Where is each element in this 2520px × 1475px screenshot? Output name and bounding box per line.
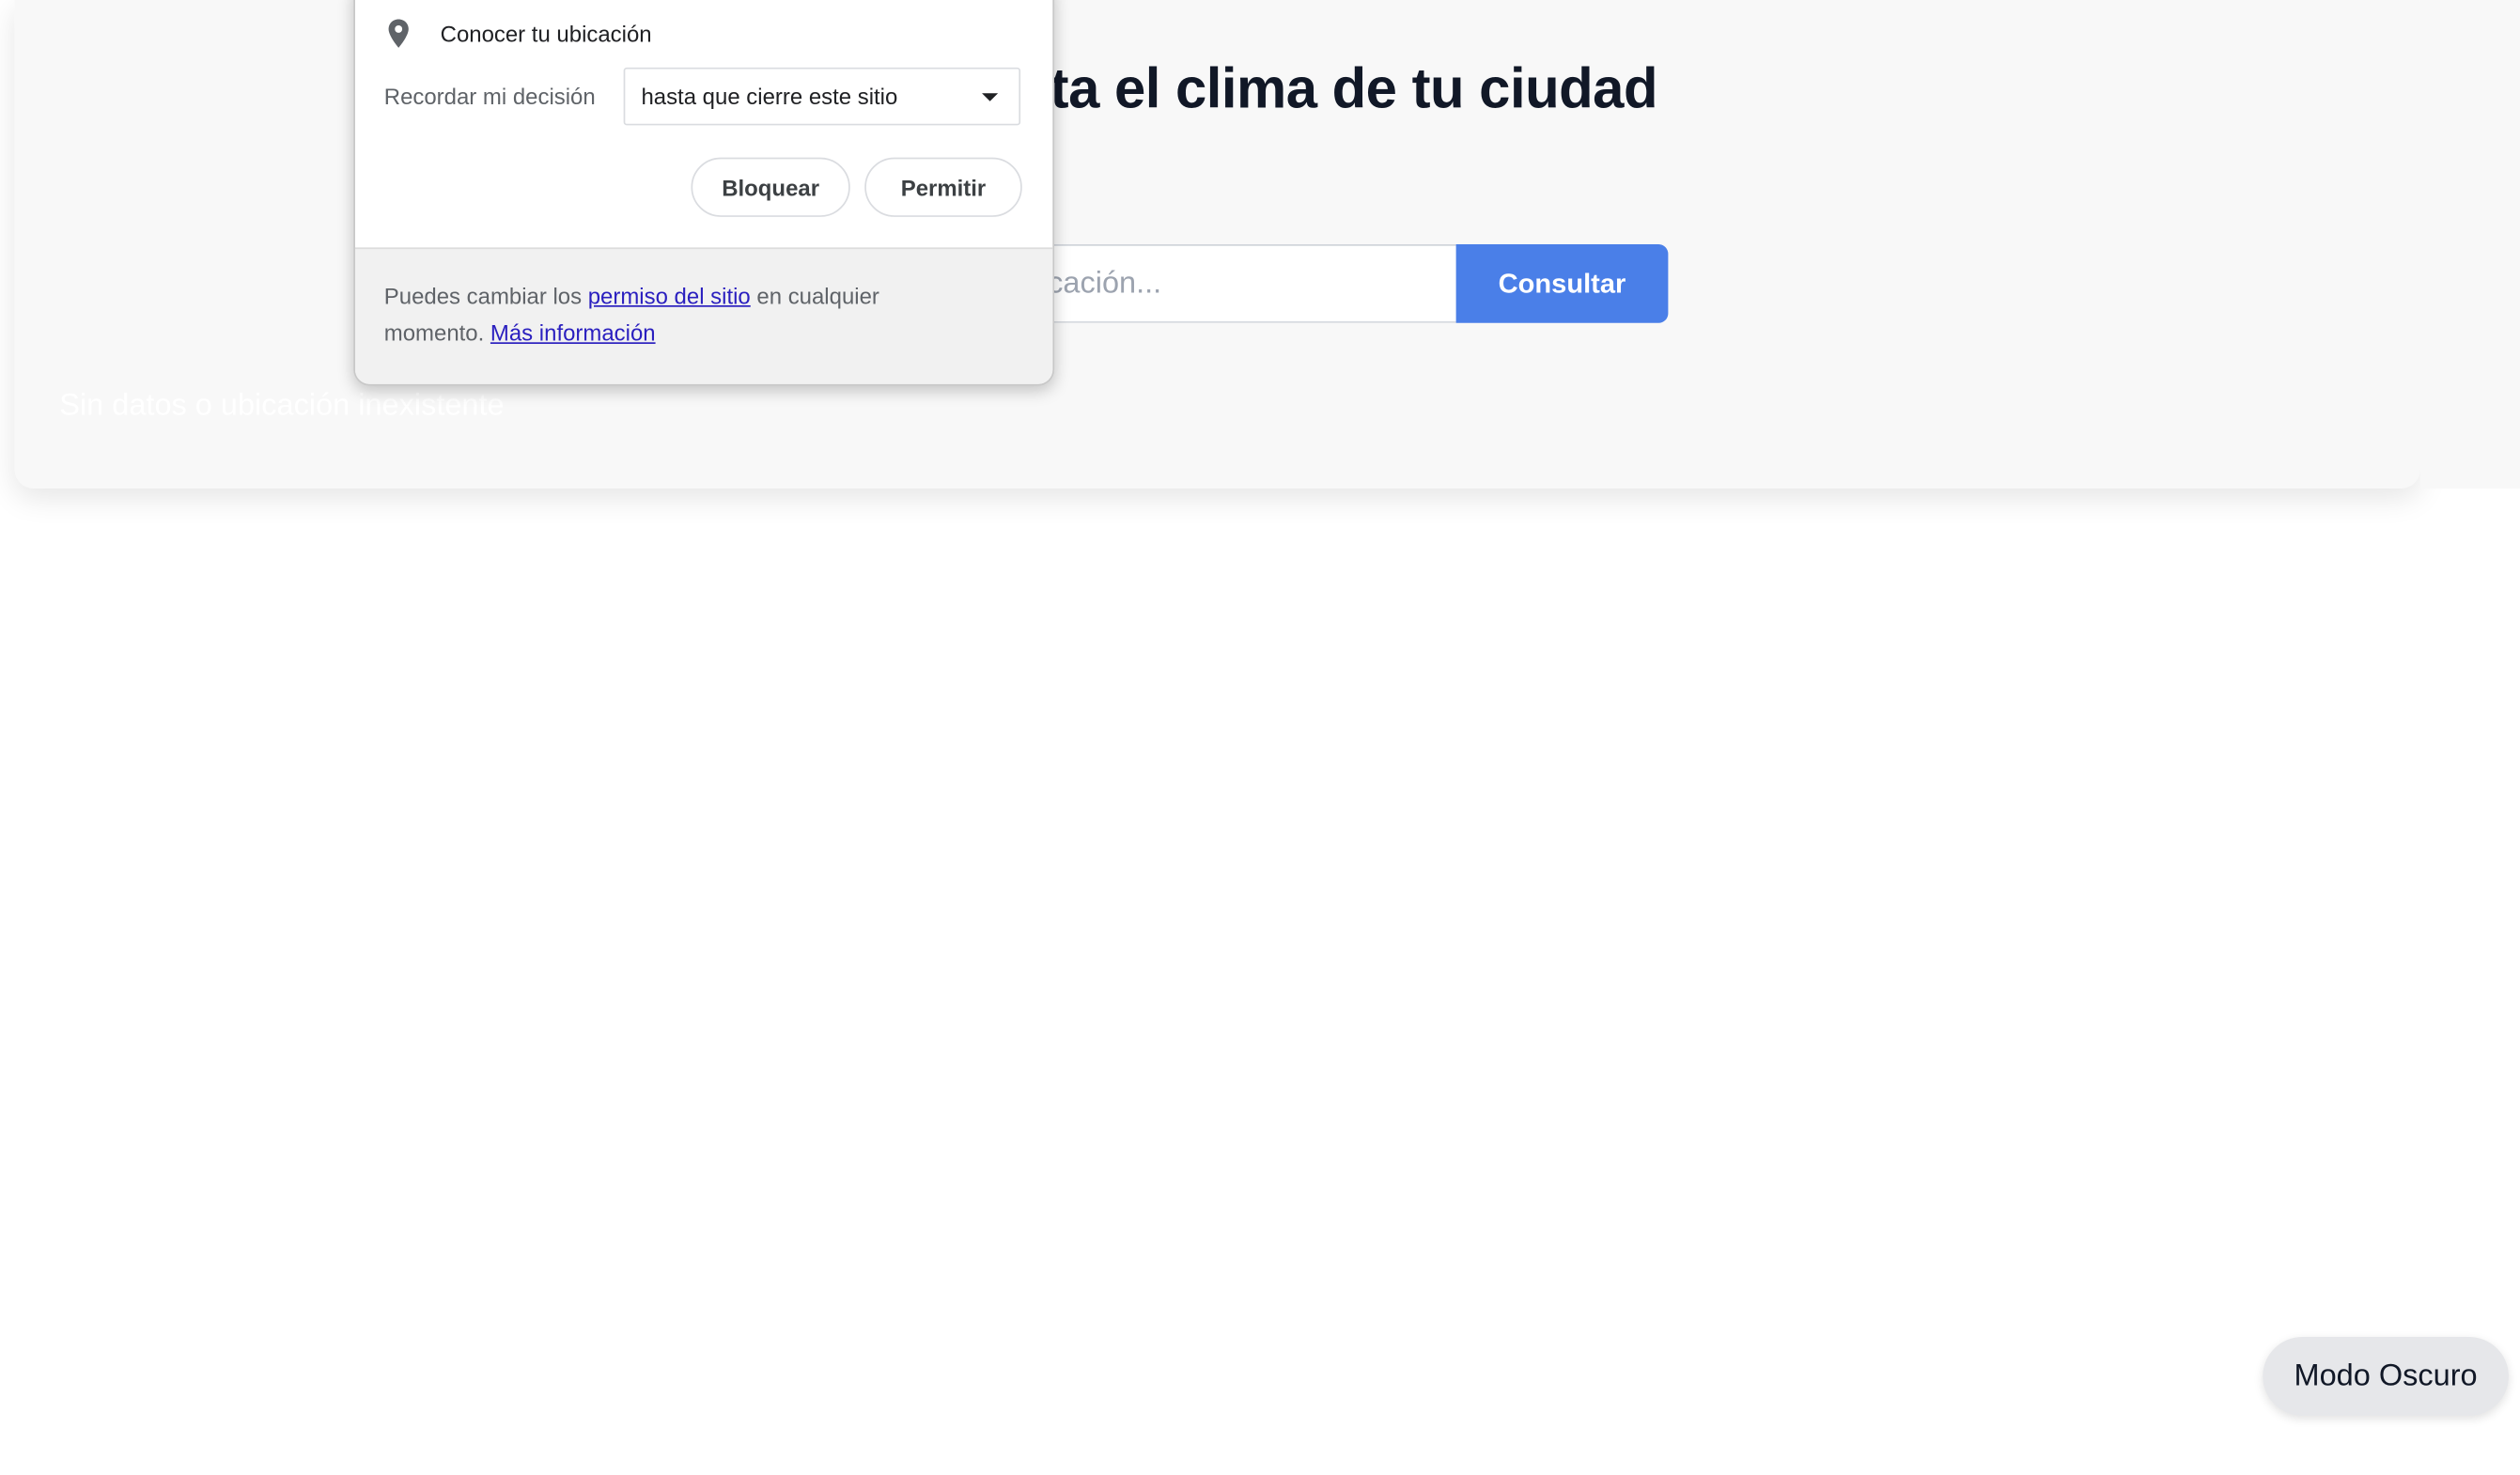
site-permission-link[interactable]: permiso del sitio [588,283,751,308]
more-info-link[interactable]: Más información [490,319,656,345]
location-permission-popup: Conocer tu ubicación Recordar mi decisió… [353,0,1055,386]
remember-decision-label: Recordar mi decisión [383,83,596,110]
location-pin-icon [384,18,413,50]
block-button[interactable]: Bloquear [691,157,850,217]
remember-duration-value: hasta que cierre este sitio [641,83,898,110]
permission-request-label: Conocer tu ubicación [440,21,652,47]
allow-button[interactable]: Permitir [864,157,1022,217]
status-message: Sin datos o ubicación inexistente [59,388,505,423]
remember-duration-select[interactable]: hasta que cierre este sitio [623,67,1021,126]
dark-mode-toggle-button[interactable]: Modo Oscuro [2263,1337,2509,1416]
footer-text-start: Puedes cambiar los [383,283,588,309]
permission-footer-text: Puedes cambiar los permiso del sitio en … [384,278,963,352]
page: Consulta el clima de tu ciudad Consultar… [0,0,2520,1475]
permission-request-row: Conocer tu ubicación [384,16,652,52]
consult-button[interactable]: Consultar [1455,243,1669,323]
caret-down-icon [982,92,999,101]
permission-popup-footer: Puedes cambiar los permiso del sitio en … [354,247,1053,384]
